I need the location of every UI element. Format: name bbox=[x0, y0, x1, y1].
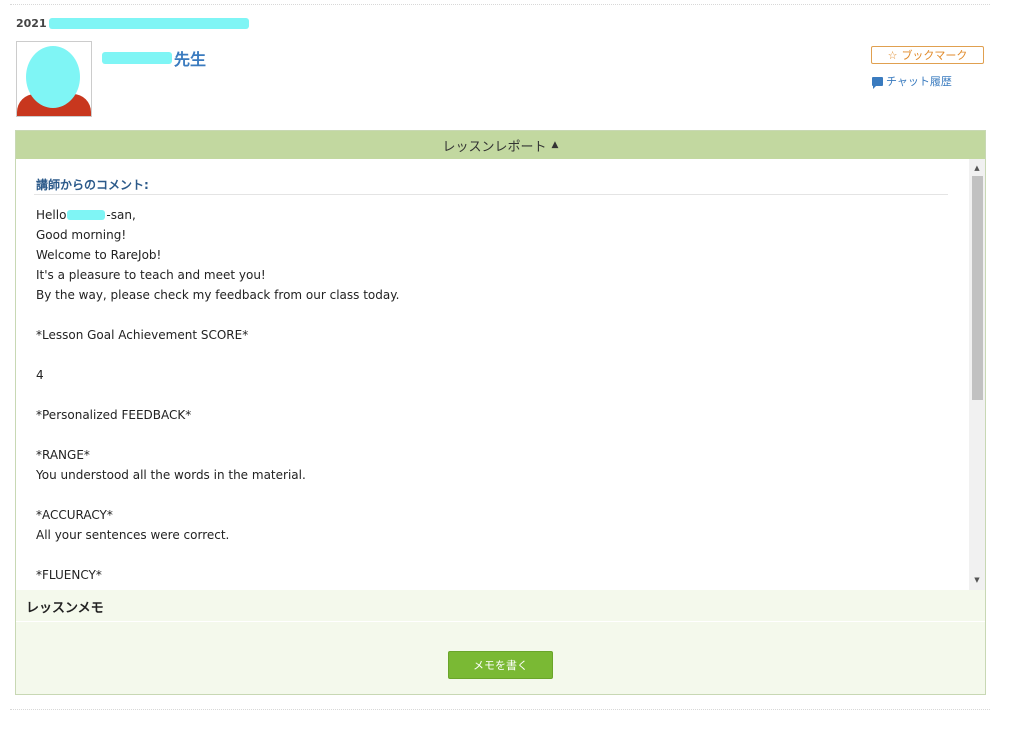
star-outline-icon: ☆ bbox=[887, 48, 898, 62]
comment-divider bbox=[34, 194, 948, 195]
comment-line: *ACCURACY* bbox=[36, 508, 113, 522]
caret-up-icon: ▲ bbox=[551, 140, 559, 150]
comment-line: Good morning! bbox=[36, 228, 127, 242]
comment-line bbox=[36, 385, 936, 405]
chat-history-label: チャット履歴 bbox=[886, 75, 952, 88]
scroll-down-arrow-icon[interactable]: ▼ bbox=[969, 573, 985, 587]
comment-line: *Lesson Goal Achievement SCORE* bbox=[36, 328, 249, 342]
comment-line bbox=[36, 305, 936, 325]
redacted-face bbox=[26, 46, 80, 108]
lesson-date: 2021 bbox=[16, 17, 249, 30]
lesson-report-panel: レッスンレポート ▲ 講師からのコメント: Hello -san, Good m… bbox=[15, 130, 986, 695]
teacher-honorific: 先生 bbox=[174, 50, 207, 69]
bottom-divider bbox=[10, 709, 990, 710]
teacher-comment-area[interactable]: 講師からのコメント: Hello -san, Good morning! Welc… bbox=[16, 159, 985, 590]
greeting-suffix: -san, bbox=[106, 208, 136, 222]
lesson-date-year: 2021 bbox=[16, 17, 47, 30]
comment-line bbox=[36, 425, 936, 445]
chat-bubble-icon bbox=[872, 76, 883, 89]
redacted-teacher-name bbox=[102, 52, 172, 64]
comment-line bbox=[36, 345, 936, 365]
lesson-report-toggle[interactable]: レッスンレポート ▲ bbox=[16, 131, 985, 159]
redacted-date bbox=[48, 18, 249, 29]
comment-line: It's a pleasure to teach and meet you! bbox=[36, 268, 266, 282]
memo-divider bbox=[16, 621, 985, 622]
comment-line bbox=[36, 485, 936, 505]
lesson-memo-title: レッスンメモ bbox=[26, 601, 104, 616]
bookmark-button[interactable]: ☆ ブックマーク bbox=[871, 46, 984, 64]
comment-line: All your sentences were correct. bbox=[36, 528, 230, 542]
lesson-report-title: レッスンレポート bbox=[442, 139, 547, 155]
comment-line: 4 bbox=[36, 368, 44, 382]
comment-line: *FLUENCY* bbox=[36, 568, 102, 582]
lesson-detail-page: 2021 先生 ☆ ブックマーク チャット履歴 レッスンレポート ▲ 講師からの… bbox=[0, 0, 1024, 732]
comment-line: You understood all the words in the mate… bbox=[36, 468, 306, 482]
comment-scrollbar[interactable]: ▲ ▼ bbox=[969, 159, 985, 590]
comment-greeting: Hello -san, bbox=[36, 205, 936, 225]
comment-line: *Personalized FEEDBACK* bbox=[36, 408, 192, 422]
scroll-up-arrow-icon[interactable]: ▲ bbox=[969, 161, 985, 175]
scroll-thumb[interactable] bbox=[972, 176, 983, 400]
comment-line: Welcome to RareJob! bbox=[36, 248, 162, 262]
teacher-avatar bbox=[16, 41, 92, 117]
comment-title: 講師からのコメント: bbox=[36, 178, 149, 192]
teacher-name[interactable]: 先生 bbox=[102, 46, 206, 70]
comment-text: Hello -san, Good morning! Welcome to Rare… bbox=[36, 205, 936, 585]
redacted-student-name bbox=[67, 210, 106, 220]
write-memo-button[interactable]: メモを書く bbox=[448, 651, 553, 679]
comment-line: By the way, please check my feedback fro… bbox=[36, 288, 400, 302]
greeting-prefix: Hello bbox=[36, 208, 67, 222]
bookmark-label: ブックマーク bbox=[901, 49, 968, 62]
top-divider bbox=[10, 4, 990, 5]
comment-lines: Good morning! Welcome to RareJob! It's a p… bbox=[36, 225, 936, 585]
comment-line: *RANGE* bbox=[36, 448, 90, 462]
comment-line bbox=[36, 545, 936, 565]
chat-history-link[interactable]: チャット履歴 bbox=[872, 73, 952, 89]
